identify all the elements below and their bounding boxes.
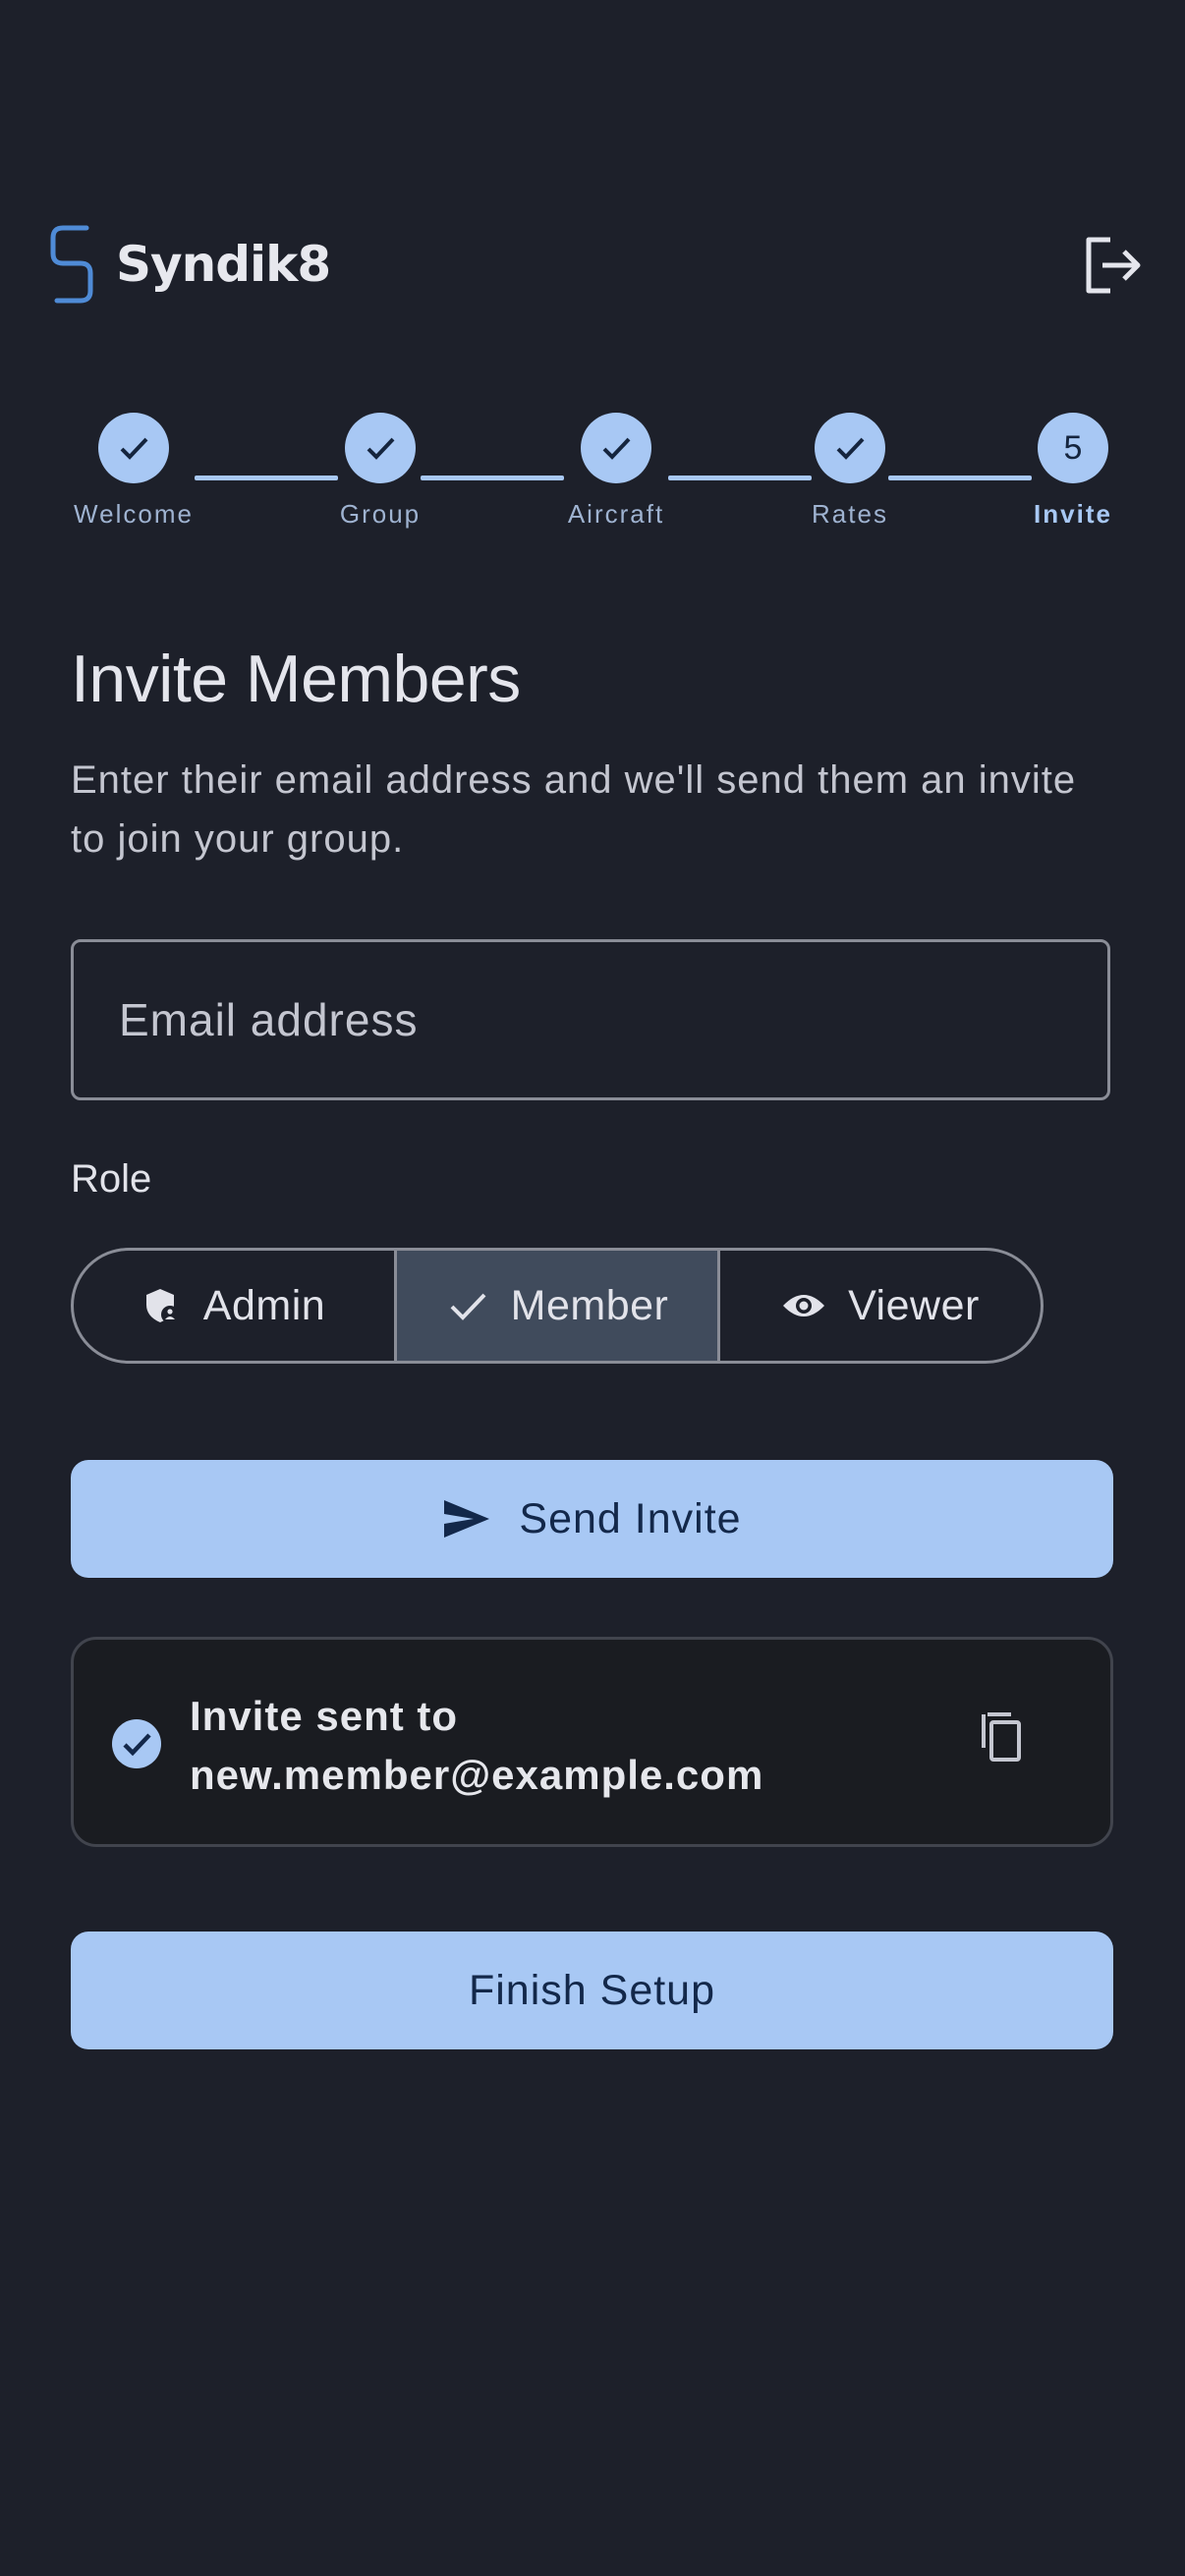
app-name: Syndik8	[116, 236, 331, 293]
check-circle-icon	[111, 1718, 162, 1774]
check-icon	[446, 1284, 489, 1327]
syndik8-logo-icon	[50, 225, 93, 304]
role-selector: Admin Member Viewer	[71, 1248, 1044, 1364]
step-label: Aircraft	[567, 499, 665, 529]
logout-icon	[1086, 237, 1141, 294]
step-aircraft[interactable]: Aircraft	[518, 413, 714, 530]
step-done-indicator	[345, 413, 416, 483]
email-field[interactable]	[71, 939, 1110, 1100]
admin-shield-icon	[142, 1286, 182, 1325]
invite-sent-text: Invite sent to	[190, 1693, 459, 1739]
step-done-indicator	[581, 413, 651, 483]
role-member-button[interactable]: Member	[397, 1251, 720, 1361]
app-logo: Syndik8	[49, 224, 331, 305]
eye-icon	[781, 1290, 826, 1321]
logout-button[interactable]	[1081, 234, 1144, 297]
step-welcome[interactable]: Welcome	[35, 413, 232, 530]
app-header: Syndik8	[0, 0, 1185, 324]
invite-sent-notice: Invite sent to new.member@example.com	[71, 1637, 1113, 1847]
step-done-indicator	[98, 413, 169, 483]
page-title: Invite Members	[71, 642, 521, 716]
send-icon	[442, 1498, 491, 1540]
step-rates[interactable]: Rates	[752, 413, 948, 530]
step-number-indicator: 5	[1038, 413, 1108, 483]
copy-button[interactable]	[978, 1708, 1029, 1768]
role-admin-button[interactable]: Admin	[74, 1251, 397, 1361]
copy-icon	[982, 1712, 1021, 1762]
send-invite-label: Send Invite	[519, 1494, 742, 1542]
check-icon	[367, 437, 395, 460]
page-description: Enter their email address and we'll send…	[71, 758, 1077, 861]
role-viewer-button[interactable]: Viewer	[720, 1251, 1041, 1361]
step-label: Group	[339, 499, 422, 529]
role-label: Role	[71, 1157, 152, 1201]
step-invite[interactable]: 5 Invite	[975, 413, 1171, 530]
finish-setup-label: Finish Setup	[468, 1966, 716, 2014]
check-icon	[836, 437, 865, 460]
role-label-text: Member	[510, 1281, 669, 1329]
check-icon	[120, 437, 148, 460]
role-label-text: Viewer	[848, 1281, 980, 1329]
setup-stepper: Welcome Group Aircraft Rates 5 Invite	[0, 413, 1185, 550]
step-label: Rates	[812, 499, 888, 529]
invite-sent-email: new.member@example.com	[190, 1752, 764, 1798]
check-icon	[602, 437, 631, 460]
send-invite-button[interactable]: Send Invite	[71, 1460, 1113, 1578]
step-group[interactable]: Group	[282, 413, 479, 530]
finish-setup-button[interactable]: Finish Setup	[71, 1932, 1113, 2049]
invite-sent-message: Invite sent to new.member@example.com	[190, 1687, 763, 1805]
step-done-indicator	[815, 413, 885, 483]
step-label: Invite	[1034, 499, 1112, 529]
role-label-text: Admin	[202, 1281, 326, 1329]
step-label: Welcome	[74, 499, 194, 529]
